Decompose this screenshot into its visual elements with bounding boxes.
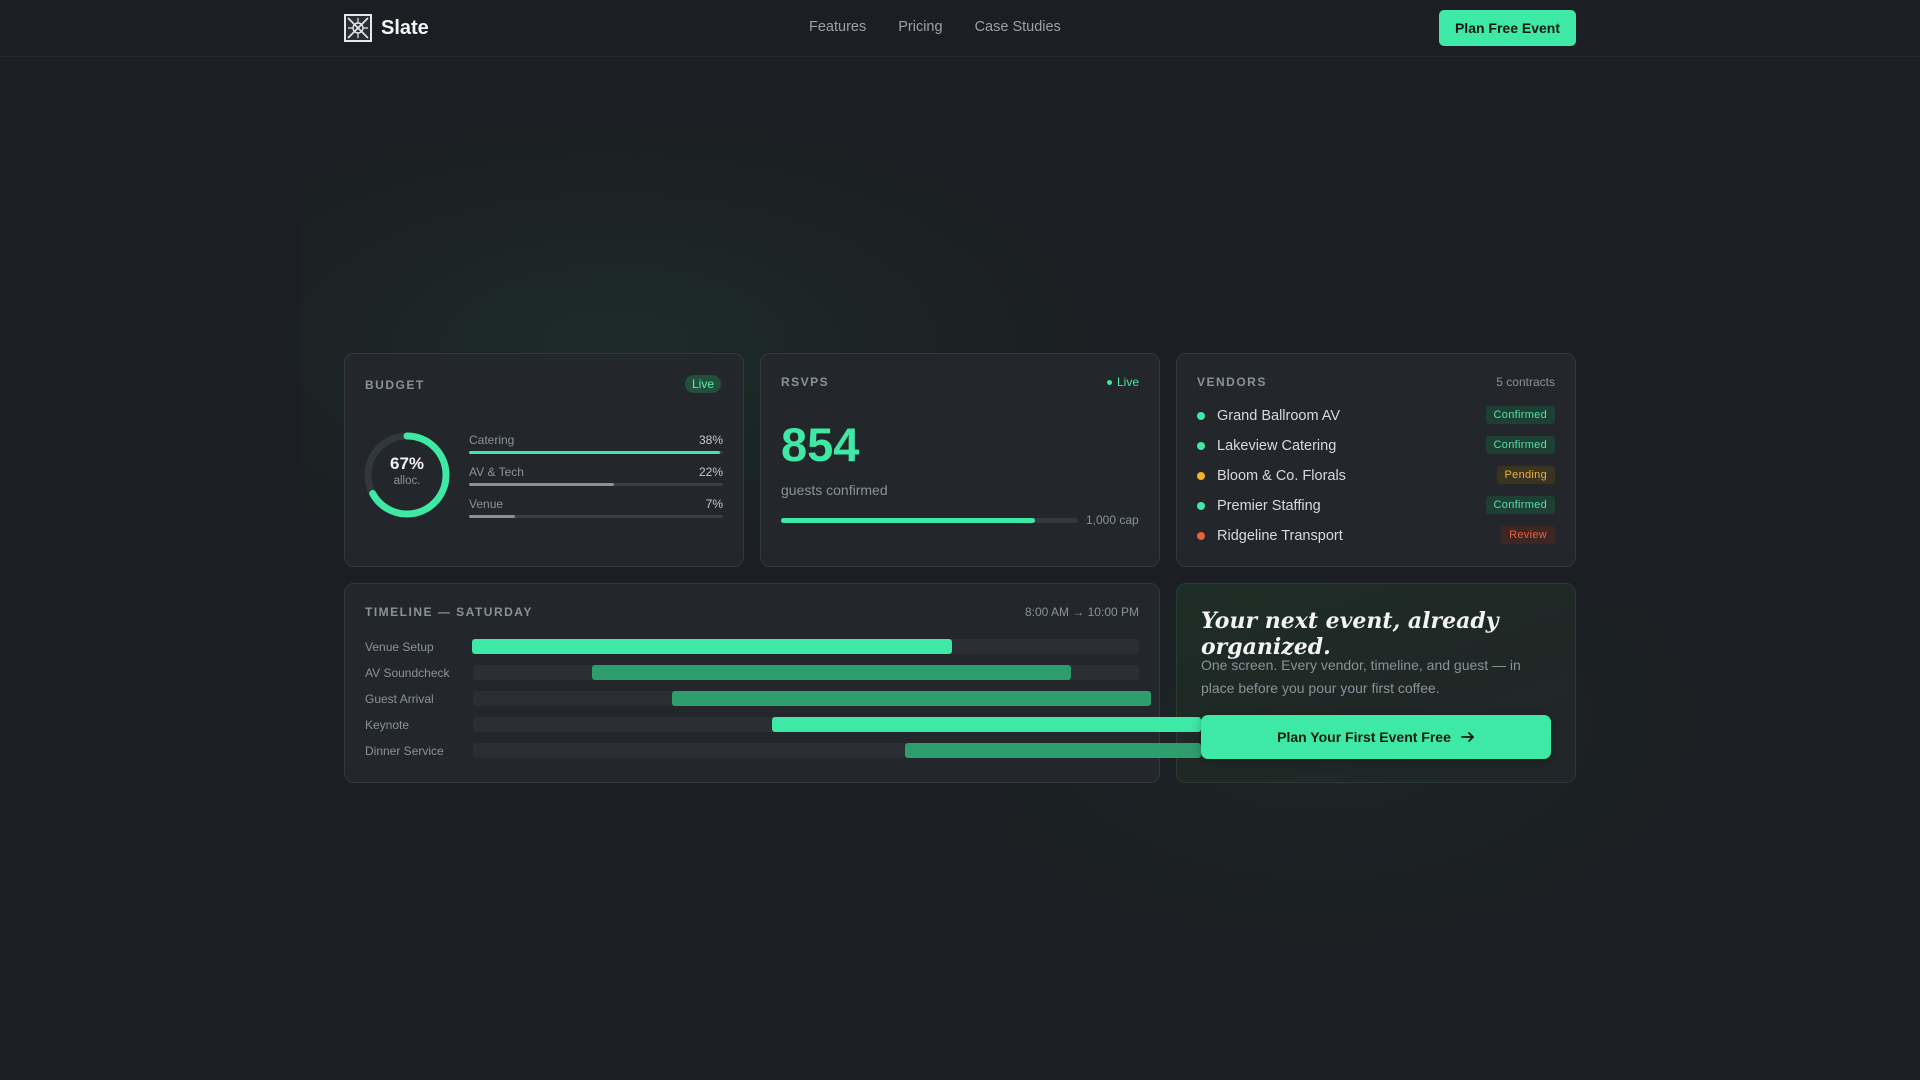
budget-row-fill: [469, 451, 721, 454]
promo-cta-label: Plan Your First Event Free: [1277, 729, 1451, 745]
live-dot-icon: [1106, 379, 1112, 385]
vendor-status-dot-icon: [1197, 532, 1205, 540]
vendor-status-dot-icon: [1197, 502, 1205, 510]
promo-headline: Your next event, already organized.: [1201, 608, 1499, 660]
vendor-name: Bloom & Co. Florals: [1217, 468, 1346, 484]
vendor-status-badge: Confirmed: [1485, 496, 1555, 514]
budget-row-label: Catering: [469, 433, 515, 447]
timeline-row-label: Venue Setup: [365, 640, 434, 654]
vendor-row[interactable]: Grand Ballroom AV Confirmed: [1197, 406, 1555, 426]
timeline-row-label: Dinner Service: [365, 744, 444, 758]
logo[interactable]: Slate: [344, 14, 429, 42]
budget-row-value: 7%: [705, 497, 723, 511]
nav-link-pricing[interactable]: Pricing: [898, 19, 942, 35]
vendor-status-dot-icon: [1197, 472, 1205, 480]
nav-link-features[interactable]: Features: [809, 19, 866, 35]
plan-free-event-button[interactable]: Plan Free Event: [1439, 10, 1576, 46]
vendor-row[interactable]: Lakeview Catering Confirmed: [1197, 436, 1555, 456]
vendor-name: Ridgeline Transport: [1217, 528, 1343, 544]
vendor-status-badge: Confirmed: [1485, 406, 1555, 424]
rsvp-count: 854: [781, 418, 860, 471]
timeline-bar: [904, 743, 1201, 758]
arrow-right-icon: [1460, 732, 1474, 742]
timeline-row-label: AV Soundcheck: [365, 666, 450, 680]
budget-row-track: [469, 451, 723, 454]
vendors-title: VENDORS: [1197, 375, 1267, 389]
rsvp-sub: guests confirmed: [781, 482, 888, 498]
rsvp-cap: 1,000 cap: [1086, 513, 1139, 527]
vendor-status-badge: Pending: [1496, 466, 1555, 484]
rsvp-progress-fill: [781, 518, 1035, 523]
rsvps-card: RSVPS Live 854 guests confirmed 1,000 ca…: [760, 353, 1160, 567]
timeline-row-label: Keynote: [365, 718, 410, 732]
budget-row-fill: [469, 515, 515, 518]
timeline-range: 8:00 AM → 10:00 PM: [1024, 605, 1139, 619]
rsvps-live-label: Live: [1116, 375, 1139, 389]
budget-row-label: AV & Tech: [469, 465, 524, 479]
top-nav: Slate Features Pricing Case Studies Plan…: [0, 0, 1920, 57]
rsvp-progress-track: [781, 518, 1078, 523]
budget-row-track: [469, 515, 723, 518]
nav-links: Features Pricing Case Studies: [809, 19, 1061, 35]
vendor-status-badge: Review: [1501, 526, 1555, 544]
slate-logo-icon: [344, 14, 372, 42]
budget-ring-label: 67% alloc.: [363, 454, 451, 487]
budget-row-label: Venue: [469, 497, 504, 511]
budget-row-track: [469, 483, 723, 486]
vendor-status-dot-icon: [1197, 442, 1205, 450]
budget-ring-sub: alloc.: [393, 475, 421, 487]
app-name: Slate: [381, 16, 429, 39]
rsvps-title: RSVPS: [781, 375, 830, 389]
budget-live-badge: Live: [685, 375, 722, 393]
budget-title: BUDGET: [365, 378, 425, 392]
vendor-row[interactable]: Premier Staffing Confirmed: [1197, 496, 1555, 516]
vendor-status-dot-icon: [1197, 412, 1205, 420]
budget-row-value: 22%: [698, 465, 723, 479]
vendor-name: Premier Staffing: [1217, 498, 1321, 514]
timeline-bar: [671, 691, 1152, 706]
rsvps-live-indicator: Live: [1106, 375, 1139, 389]
timeline-bar: [472, 639, 952, 654]
vendors-count: 5 contracts: [1496, 375, 1555, 389]
vendor-row[interactable]: Ridgeline Transport Review: [1197, 526, 1555, 546]
budget-card: BUDGET Live 67% alloc. Catering 38% AV &…: [344, 353, 744, 567]
nav-link-case-studies[interactable]: Case Studies: [975, 19, 1061, 35]
vendor-name: Grand Ballroom AV: [1217, 408, 1341, 424]
vendor-row[interactable]: Bloom & Co. Florals Pending: [1197, 466, 1555, 486]
plan-first-event-button[interactable]: Plan Your First Event Free: [1201, 715, 1551, 759]
budget-row-fill: [469, 483, 614, 486]
timeline-title: TIMELINE — SATURDAY: [365, 605, 533, 619]
vendors-card: VENDORS 5 contracts Grand Ballroom AV Co…: [1176, 353, 1576, 567]
timeline-bar: [591, 665, 1072, 680]
timeline-row-label: Guest Arrival: [365, 692, 434, 706]
budget-ring-value: 67%: [389, 454, 425, 473]
vendor-name: Lakeview Catering: [1217, 438, 1337, 454]
budget-row-value: 38%: [698, 433, 723, 447]
timeline-bar: [771, 717, 1201, 732]
vendor-status-badge: Confirmed: [1485, 436, 1555, 454]
promo-body: One screen. Every vendor, timeline, and …: [1201, 657, 1521, 696]
